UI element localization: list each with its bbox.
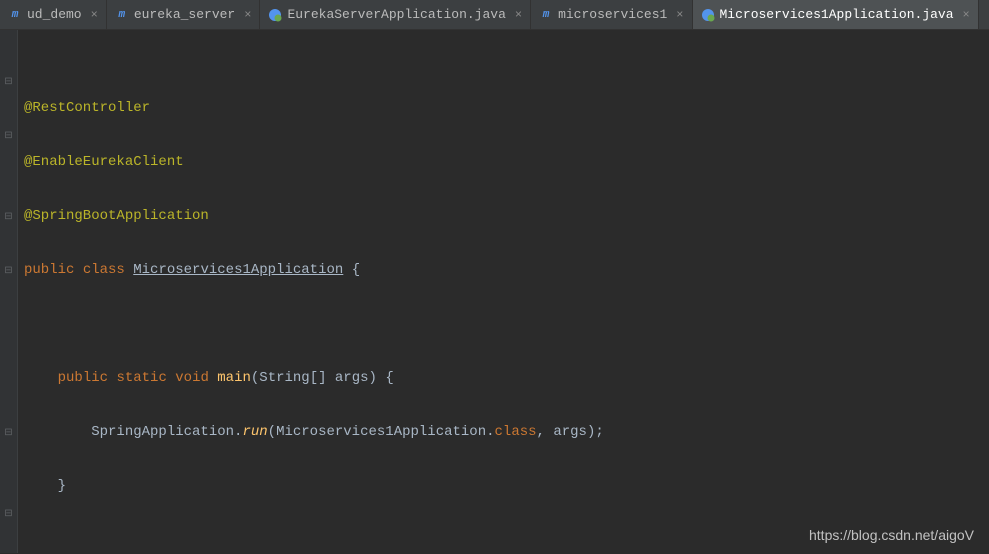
close-icon[interactable]: × <box>676 8 683 22</box>
keyword: void <box>175 370 209 386</box>
classname: Microservices1Application <box>133 262 343 278</box>
gutter: ⊟ ⊟ ⊟ ⊟ ⊟ ⊟ <box>0 30 18 553</box>
close-icon[interactable]: × <box>963 8 970 22</box>
fold-icon[interactable]: ⊟ <box>0 257 17 284</box>
tab-eureka-app[interactable]: EurekaServerApplication.java × <box>260 0 531 29</box>
brace: } <box>58 478 66 494</box>
brace: { <box>343 262 360 278</box>
annotation: @EnableEurekaClient <box>24 154 184 170</box>
watermark: https://blog.csdn.net/aigoV <box>809 527 974 543</box>
tab-microservices1-app[interactable]: Microservices1Application.java × <box>693 0 979 29</box>
tab-microservices1[interactable]: m microservices1 × <box>531 0 692 29</box>
keyword: class <box>495 424 537 440</box>
tab-label: EurekaServerApplication.java <box>287 7 505 22</box>
sig: (String[] args) { <box>251 370 394 386</box>
tab-label: ud_demo <box>27 7 82 22</box>
keyword: public <box>58 370 108 386</box>
close-icon[interactable]: × <box>91 8 98 22</box>
keyword: class <box>83 262 125 278</box>
tab-bar: m ud_demo × m eureka_server × EurekaServ… <box>0 0 989 30</box>
tab-label: microservices1 <box>558 7 667 22</box>
module-icon: m <box>539 8 553 22</box>
close-icon[interactable]: × <box>244 8 251 22</box>
keyword: public <box>24 262 74 278</box>
tab-label: eureka_server <box>134 7 235 22</box>
close-icon[interactable]: × <box>515 8 522 22</box>
tab-ud-demo[interactable]: m ud_demo × <box>0 0 107 29</box>
fold-icon[interactable]: ⊟ <box>0 122 17 149</box>
module-icon: m <box>115 8 129 22</box>
java-icon <box>701 8 715 22</box>
module-icon: m <box>8 8 22 22</box>
annotation: @SpringBootApplication <box>24 208 209 224</box>
tab-application-yml[interactable]: application.yml × <box>979 0 989 29</box>
call: (Microservices1Application. <box>268 424 495 440</box>
editor: ⊟ ⊟ ⊟ ⊟ ⊟ ⊟ @RestController @EnableEurek… <box>0 30 989 553</box>
code-content[interactable]: @RestController @EnableEurekaClient @Spr… <box>18 30 989 553</box>
call: , args); <box>537 424 604 440</box>
fold-icon[interactable]: ⊟ <box>0 68 17 95</box>
fold-icon[interactable]: ⊟ <box>0 203 17 230</box>
tab-label: Microservices1Application.java <box>720 7 954 22</box>
annotation: @RestController <box>24 100 150 116</box>
tab-eureka-server[interactable]: m eureka_server × <box>107 0 261 29</box>
fold-icon[interactable]: ⊟ <box>0 500 17 527</box>
java-icon <box>268 8 282 22</box>
method: main <box>217 370 251 386</box>
keyword: static <box>116 370 166 386</box>
method: run <box>242 424 267 440</box>
fold-icon[interactable]: ⊟ <box>0 419 17 446</box>
call: SpringApplication. <box>91 424 242 440</box>
